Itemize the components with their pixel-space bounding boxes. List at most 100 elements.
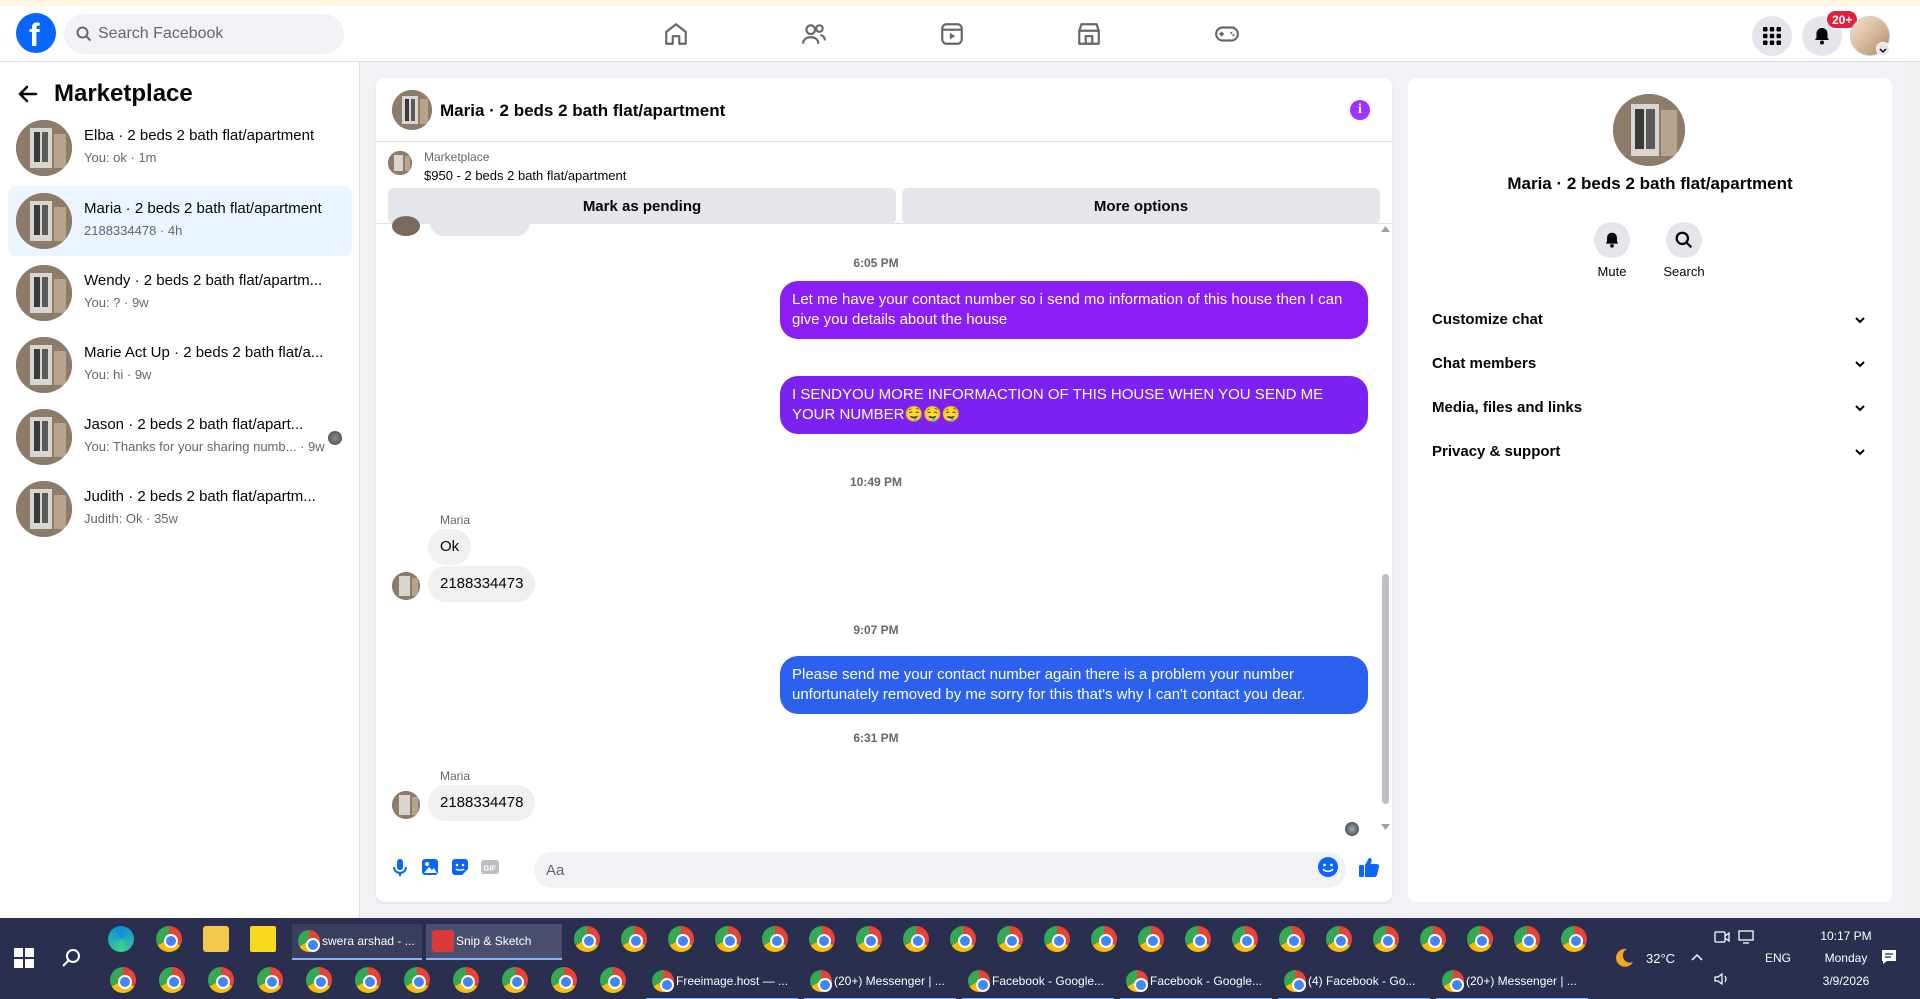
chrome-icon[interactable] [668, 926, 694, 952]
chrome-icon[interactable] [1138, 926, 1164, 952]
microphone-icon[interactable] [388, 855, 412, 879]
chrome-icon[interactable] [110, 967, 136, 993]
chat-members-section[interactable]: Chat members [1416, 342, 1884, 386]
chrome-icon[interactable] [208, 967, 234, 993]
language-indicator[interactable]: ENG [1765, 951, 1791, 965]
chrome-icon[interactable] [1232, 926, 1258, 952]
outgoing-message[interactable]: I SENDYOU MORE INFORMACTION OF THIS HOUS… [780, 376, 1368, 434]
network-icon[interactable] [1738, 930, 1756, 944]
taskbar-search-icon[interactable] [60, 946, 84, 970]
notification-center-icon[interactable] [1880, 948, 1898, 966]
edge-icon[interactable] [108, 926, 134, 952]
chat-scrollbar-thumb[interactable] [1382, 574, 1389, 804]
message-list[interactable]: 6:05 PM Let me have your contact number … [376, 210, 1392, 836]
chrome-icon[interactable] [1373, 926, 1399, 952]
nav-gaming[interactable] [1171, 6, 1283, 62]
incoming-message[interactable]: 2188334478 [428, 785, 536, 821]
taskbar-window[interactable]: Snip & Sketch [426, 924, 562, 960]
taskbar-window[interactable]: (20+) Messenger | ... [1436, 964, 1588, 999]
weather-moon-icon[interactable] [1612, 946, 1636, 970]
meet-now-icon[interactable] [1714, 930, 1730, 944]
chrome-icon[interactable] [156, 926, 182, 952]
photo-icon[interactable] [418, 855, 442, 879]
volume-icon[interactable] [1714, 972, 1730, 986]
nav-video[interactable] [896, 6, 1008, 62]
conversation-item[interactable]: Judith · 2 beds 2 bath flat/apartm... Ju… [8, 474, 352, 544]
taskbar-window[interactable]: swera arshad - ... [292, 924, 422, 960]
sender-avatar[interactable] [392, 791, 420, 819]
emoji-icon[interactable] [1316, 855, 1340, 879]
customize-chat-section[interactable]: Customize chat [1416, 298, 1884, 342]
chrome-icon[interactable] [1561, 926, 1587, 952]
conversation-item[interactable]: Jason · 2 beds 2 bath flat/apart... You:… [8, 402, 352, 472]
chrome-icon[interactable] [903, 926, 929, 952]
chrome-icon[interactable] [856, 926, 882, 952]
temperature[interactable]: 32°C [1646, 951, 1675, 966]
chrome-icon[interactable] [1279, 926, 1305, 952]
info-icon[interactable]: i [1350, 100, 1370, 120]
taskbar-window[interactable]: Freeimage.host — ... [646, 964, 798, 999]
message-input[interactable] [534, 852, 1346, 888]
chrome-icon[interactable] [809, 926, 835, 952]
nav-marketplace[interactable] [1033, 6, 1145, 62]
menu-button[interactable] [1752, 16, 1792, 56]
search-conversation-button[interactable]: Search [1654, 222, 1714, 279]
outgoing-message[interactable]: Please send me your contact number again… [780, 656, 1368, 714]
chrome-icon[interactable] [453, 967, 479, 993]
chrome-icon[interactable] [1326, 926, 1352, 952]
chat-title[interactable]: Maria · 2 beds 2 bath flat/apartment [440, 101, 725, 121]
chat-avatar[interactable] [392, 90, 432, 130]
windows-start-icon[interactable] [12, 946, 36, 970]
chrome-icon[interactable] [159, 967, 185, 993]
nav-friends[interactable] [758, 6, 870, 62]
facebook-logo-icon[interactable]: f [16, 13, 56, 53]
search-input[interactable] [98, 14, 334, 54]
thumbs-up-icon[interactable] [1357, 855, 1381, 879]
chrome-icon[interactable] [1514, 926, 1540, 952]
chrome-icon[interactable] [1467, 926, 1493, 952]
clock-date[interactable]: 3/9/2026 [1806, 974, 1886, 988]
conversation-item[interactable]: Elba · 2 beds 2 bath flat/apartment You:… [8, 113, 352, 183]
sender-avatar[interactable] [392, 572, 420, 600]
taskbar-window[interactable]: Facebook - Google... [1120, 964, 1272, 999]
listing-title[interactable]: $950 - 2 beds 2 bath flat/apartment [424, 168, 626, 183]
chrome-icon[interactable] [1044, 926, 1070, 952]
chrome-icon[interactable] [574, 926, 600, 952]
incoming-message[interactable]: 2188334473 [428, 566, 536, 602]
privacy-support-section[interactable]: Privacy & support [1416, 430, 1884, 474]
chat-scrollbar[interactable] [1379, 224, 1392, 834]
more-options-button[interactable]: More options [902, 188, 1380, 224]
chrome-icon[interactable] [551, 967, 577, 993]
gif-icon[interactable]: GIF [478, 855, 502, 879]
taskbar-window[interactable]: (4) Facebook - Go... [1278, 964, 1430, 999]
chrome-icon[interactable] [306, 967, 332, 993]
media-files-links-section[interactable]: Media, files and links [1416, 386, 1884, 430]
conversation-item-active[interactable]: Maria · 2 beds 2 bath flat/apartment 218… [8, 186, 352, 256]
mute-button[interactable]: Mute [1582, 222, 1642, 279]
account-chevron-icon[interactable] [1876, 42, 1890, 56]
chevron-up-icon[interactable] [1690, 952, 1704, 962]
chrome-icon[interactable] [257, 967, 283, 993]
nav-home[interactable] [620, 6, 732, 62]
incoming-message[interactable]: Ok [428, 529, 472, 565]
sticker-icon[interactable] [448, 855, 472, 879]
chrome-icon[interactable] [997, 926, 1023, 952]
outgoing-message[interactable]: Let me have your contact number so i sen… [780, 281, 1368, 339]
clock-time[interactable]: 10:17 PM [1806, 929, 1886, 943]
chrome-icon[interactable] [355, 967, 381, 993]
taskbar-window[interactable]: (20+) Messenger | ... [804, 964, 956, 999]
conversation-item[interactable]: Wendy · 2 beds 2 bath flat/apartm... You… [8, 258, 352, 328]
chrome-icon[interactable] [1091, 926, 1117, 952]
chrome-icon[interactable] [600, 967, 626, 993]
back-arrow-icon[interactable] [16, 82, 40, 106]
file-explorer-icon[interactable] [203, 926, 229, 952]
chrome-icon[interactable] [715, 926, 741, 952]
conversation-avatar[interactable] [1613, 94, 1685, 166]
chrome-icon[interactable] [762, 926, 788, 952]
sticky-notes-icon[interactable] [250, 926, 276, 952]
chrome-icon[interactable] [1420, 926, 1446, 952]
chrome-icon[interactable] [950, 926, 976, 952]
chrome-icon[interactable] [621, 926, 647, 952]
chrome-icon[interactable] [404, 967, 430, 993]
clock-day[interactable]: Monday [1806, 951, 1886, 965]
